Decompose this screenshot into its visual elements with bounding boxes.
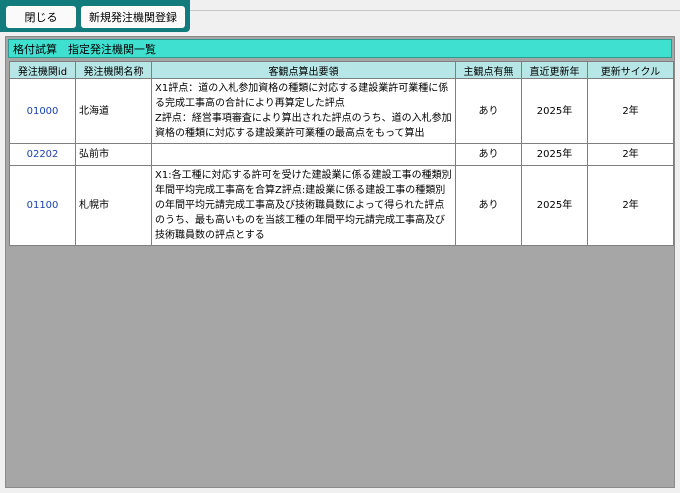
column-header-name: 発注機関名称: [75, 61, 152, 79]
agency-cycle: 2年: [587, 143, 674, 166]
table-row[interactable]: 01000 北海道 X1評点：道の入札参加資格の種類に対応する建設業許可業種に係…: [9, 78, 674, 144]
agency-has-score: あり: [455, 165, 522, 246]
agency-rule: X1評点：道の入札参加資格の種類に対応する建設業許可業種に係る完成工事高の合計に…: [151, 78, 456, 144]
table-row[interactable]: 01100 札幌市 X1:各工種に対応する許可を受けた建設業に係る建設工事の種類…: [9, 165, 674, 246]
toolbar: 閉じる 新規発注機関登録: [0, 0, 190, 32]
agency-rule: [151, 143, 456, 166]
panel-title: 格付試算 指定発注機関一覧: [8, 39, 672, 58]
agency-cycle: 2年: [587, 78, 674, 144]
agency-id-link[interactable]: 01000: [9, 78, 76, 144]
agency-name: 弘前市: [75, 143, 152, 166]
new-agency-register-button[interactable]: 新規発注機関登録: [81, 6, 185, 28]
column-header-cycle: 更新サイクル: [587, 61, 674, 79]
column-header-id: 発注機関id: [9, 61, 76, 79]
agency-name: 北海道: [75, 78, 152, 144]
agency-name: 札幌市: [75, 165, 152, 246]
table-header-row: 発注機関id 発注機関名称 客観点算出要領 主観点有無 直近更新年 更新サイクル: [9, 61, 674, 79]
column-header-has-score: 主観点有無: [455, 61, 522, 79]
agency-has-score: あり: [455, 78, 522, 144]
column-header-rule: 客観点算出要領: [151, 61, 456, 79]
agency-id-link[interactable]: 02202: [9, 143, 76, 166]
divider: [190, 10, 680, 11]
agency-rule: X1:各工種に対応する許可を受けた建設業に係る建設工事の種類別年間平均完成工事高…: [151, 165, 456, 246]
agency-cycle: 2年: [587, 165, 674, 246]
table-row[interactable]: 02202 弘前市 あり 2025年 2年: [9, 143, 674, 166]
agency-updated: 2025年: [521, 78, 588, 144]
agency-list-panel: 格付試算 指定発注機関一覧 発注機関id 発注機関名称 客観点算出要領 主観点有…: [5, 36, 675, 488]
agency-updated: 2025年: [521, 143, 588, 166]
agency-has-score: あり: [455, 143, 522, 166]
close-button[interactable]: 閉じる: [6, 6, 76, 28]
agency-table: 発注機関id 発注機関名称 客観点算出要領 主観点有無 直近更新年 更新サイクル…: [9, 61, 674, 246]
agency-updated: 2025年: [521, 165, 588, 246]
agency-id-link[interactable]: 01100: [9, 165, 76, 246]
column-header-updated: 直近更新年: [521, 61, 588, 79]
